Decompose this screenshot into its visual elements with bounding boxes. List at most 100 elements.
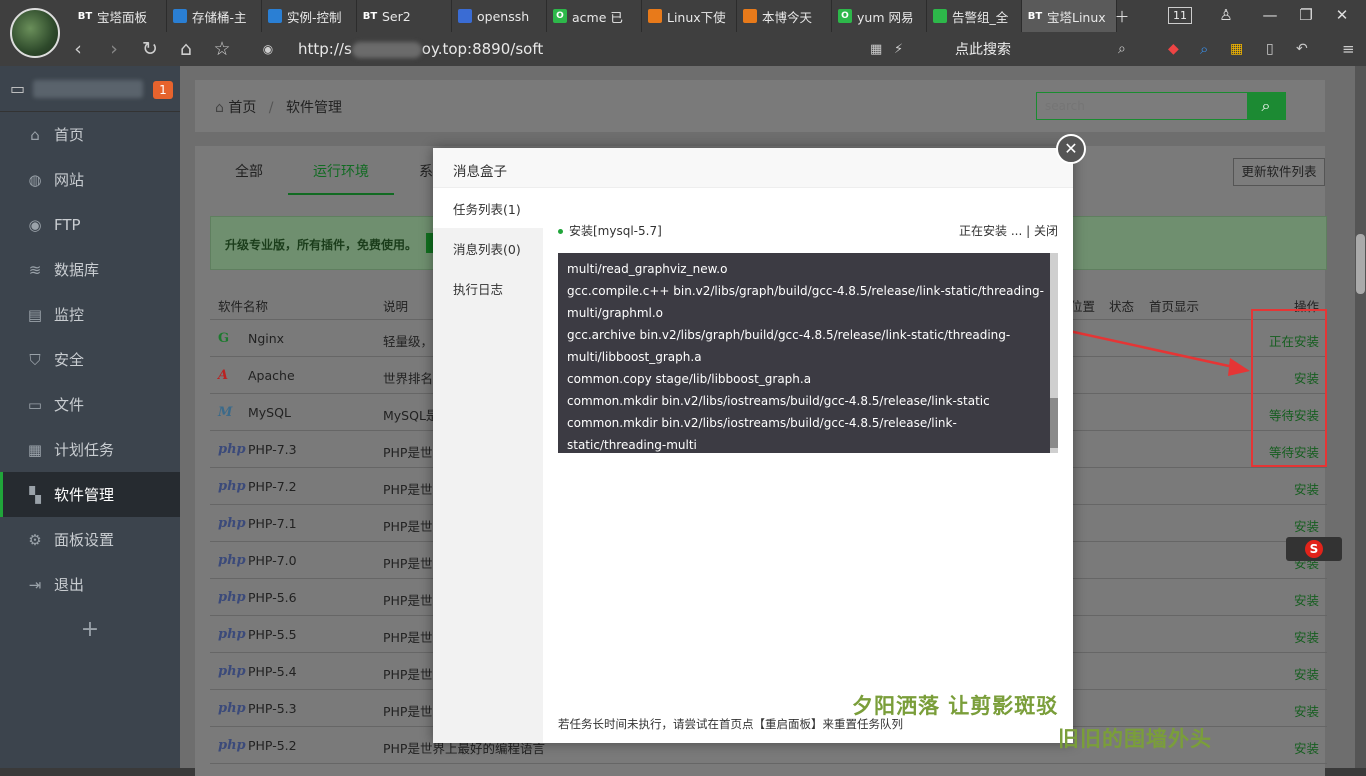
modal-nav-item[interactable]: 执行日志	[433, 268, 543, 308]
forward-icon[interactable]: ›	[96, 38, 132, 60]
modal-close-icon[interactable]: ✕	[1056, 134, 1086, 164]
search-icon[interactable]: ⌕	[1118, 41, 1126, 57]
sogou-ime-icon[interactable]: S	[1286, 537, 1342, 561]
minimize-icon[interactable]: —	[1258, 6, 1282, 24]
tab-rss-icon	[743, 9, 757, 23]
bookmark-star-icon[interactable]: ☆	[204, 38, 240, 60]
undo-icon[interactable]: ↶	[1296, 41, 1308, 57]
browser-tab[interactable]: BT 宝塔面板	[72, 0, 167, 32]
url-redacted	[351, 41, 422, 58]
browser-tab[interactable]: Linux下使	[642, 0, 737, 32]
software-name: PHP-7.3	[248, 442, 297, 457]
log-scroll-thumb[interactable]	[1050, 398, 1058, 448]
crumb-home[interactable]: 首页	[228, 100, 256, 116]
sidebar-item[interactable]: ⚙ 面板设置	[0, 517, 180, 562]
browser-tab[interactable]: BT 宝塔Linux	[1022, 0, 1117, 32]
browser-tab[interactable]: Oacme 已	[547, 0, 642, 32]
software-tab[interactable]: 全部	[235, 161, 263, 181]
url-suffix: oy.top:8890/soft	[421, 40, 544, 58]
modal-nav-item[interactable]: 任务列表(1)	[433, 188, 543, 228]
php-icon: php	[218, 701, 246, 716]
sidebar-item[interactable]: ▤ 监控	[0, 292, 180, 337]
search-input[interactable]	[1037, 93, 1247, 119]
software-name-cell: php PHP-5.5	[218, 627, 297, 642]
browser-tab[interactable]: Oyum 网易	[832, 0, 927, 32]
software-desc: PHP是世	[383, 667, 433, 682]
browser-chrome: BT 宝塔面板 存储桶-主 实例-控制 BT Ser2 openssh Oacme 已 Linu…	[0, 0, 1366, 66]
menu-icon[interactable]: ≡	[1342, 40, 1355, 58]
software-tab[interactable]: 运行环境	[288, 161, 394, 195]
tab-count-icon[interactable]: 11	[1168, 7, 1192, 24]
browser-tab[interactable]: 告警组_全	[927, 0, 1022, 32]
install-link[interactable]: 安装	[1294, 664, 1319, 683]
apps-grid-icon[interactable]: ▦	[1230, 41, 1243, 57]
log-line: gcc.compile.c++ bin.v2/libs/graph/build/…	[567, 284, 1044, 298]
software-name: MySQL	[248, 405, 291, 420]
sidebar-item-icon: ▤	[27, 305, 43, 324]
watermark-line-2: 旧旧的围墙外头	[1058, 727, 1212, 751]
monitor-icon: ▭	[10, 79, 26, 98]
home-icon[interactable]: ⌂	[168, 38, 204, 60]
tab-title: 宝塔Linux	[1047, 9, 1106, 25]
browser-tab[interactable]: BT Ser2	[357, 0, 452, 32]
close-window-icon[interactable]: ✕	[1330, 6, 1354, 24]
sidebar-item[interactable]: ⌂ 首页	[0, 112, 180, 157]
task-dot-icon	[558, 229, 563, 234]
page-scrollbar[interactable]	[1355, 66, 1366, 768]
lightning-icon[interactable]: ⚡	[894, 42, 903, 57]
scroll-thumb[interactable]	[1356, 234, 1365, 294]
reader-icon[interactable]: ▯	[1266, 41, 1274, 57]
refresh-list-button[interactable]: 更新软件列表	[1233, 158, 1325, 186]
back-icon[interactable]: ‹	[60, 38, 96, 60]
software-tab[interactable]: 系	[419, 161, 433, 181]
add-shortcut-icon[interactable]: +	[0, 617, 180, 642]
new-tab-icon[interactable]: ＋	[1110, 6, 1134, 27]
sidebar-item-icon: ▭	[27, 395, 43, 414]
browser-tab[interactable]: 本博今天	[737, 0, 832, 32]
install-link[interactable]: 安装	[1294, 627, 1319, 646]
task-close-link[interactable]: | 关闭	[1026, 224, 1058, 238]
install-log[interactable]: multi/read_graphviz_new.o gcc.compile.c++…	[558, 253, 1058, 453]
sidebar-item[interactable]: ≋ 数据库	[0, 247, 180, 292]
sidebar-item[interactable]: ▚ 软件管理	[0, 472, 180, 517]
col-loc: 位置	[1070, 299, 1096, 314]
log-scrollbar[interactable]	[1050, 253, 1058, 453]
install-link[interactable]: 安装	[1294, 738, 1319, 757]
sidebar-item[interactable]: ◍ 网站	[0, 157, 180, 202]
browser-tab[interactable]: 存储桶-主	[167, 0, 262, 32]
extension-search-icon[interactable]: ⌕	[1200, 40, 1208, 58]
qr-icon[interactable]: ▦	[870, 42, 882, 57]
search-engine-label[interactable]: 点此搜索	[955, 39, 1011, 59]
profile-avatar[interactable]	[10, 8, 60, 58]
install-link[interactable]: 安装	[1294, 479, 1319, 498]
sidebar-item[interactable]: ◉ FTP	[0, 202, 180, 247]
reload-icon[interactable]: ↻	[132, 38, 168, 60]
install-link[interactable]: 安装	[1294, 590, 1319, 609]
software-desc: PHP是世	[383, 704, 433, 719]
extension-cat-icon[interactable]: ◆	[1168, 41, 1179, 57]
url-text[interactable]: http://s oy.top:8890/soft	[298, 40, 543, 58]
install-link[interactable]: 安装	[1294, 701, 1319, 720]
col-home: 首页显示	[1149, 299, 1200, 314]
search-button[interactable]: ⌕	[1247, 93, 1285, 119]
browser-tab[interactable]: 实例-控制	[262, 0, 357, 32]
sidebar-item-icon: ◍	[28, 170, 42, 189]
sidebar: ▭ 1 ⌂ 首页 ◍ 网站 ◉ FTP ≋ 数据库 ▤ 监控 ⛉ 安全 ▭ 文件 ▦ 计划任务 ▚ 软件管理 ⚙ 面板…	[0, 66, 180, 768]
tab-title: 宝塔面板	[97, 9, 148, 25]
install-link[interactable]: 安装	[1294, 516, 1319, 535]
sidebar-item-icon: ⇥	[28, 575, 42, 594]
sidebar-item[interactable]: ⇥ 退出	[0, 562, 180, 607]
shirt-icon[interactable]: ♙	[1214, 6, 1238, 24]
home-crumb-icon[interactable]: ⌂	[215, 100, 228, 116]
modal-nav-item[interactable]: 消息列表(0)	[433, 228, 543, 268]
restore-icon[interactable]: ❐	[1294, 6, 1318, 24]
software-name: PHP-7.0	[248, 553, 297, 568]
task-status: 正在安装 ...	[959, 224, 1023, 238]
log-line: multi/graphml.o	[567, 306, 664, 320]
tab-title: 存储桶-主	[192, 9, 247, 25]
browser-tab[interactable]: openssh	[452, 0, 547, 32]
sidebar-item[interactable]: ▭ 文件	[0, 382, 180, 427]
sidebar-item[interactable]: ⛉ 安全	[0, 337, 180, 382]
sidebar-item[interactable]: ▦ 计划任务	[0, 427, 180, 472]
notification-badge[interactable]: 1	[153, 81, 173, 99]
